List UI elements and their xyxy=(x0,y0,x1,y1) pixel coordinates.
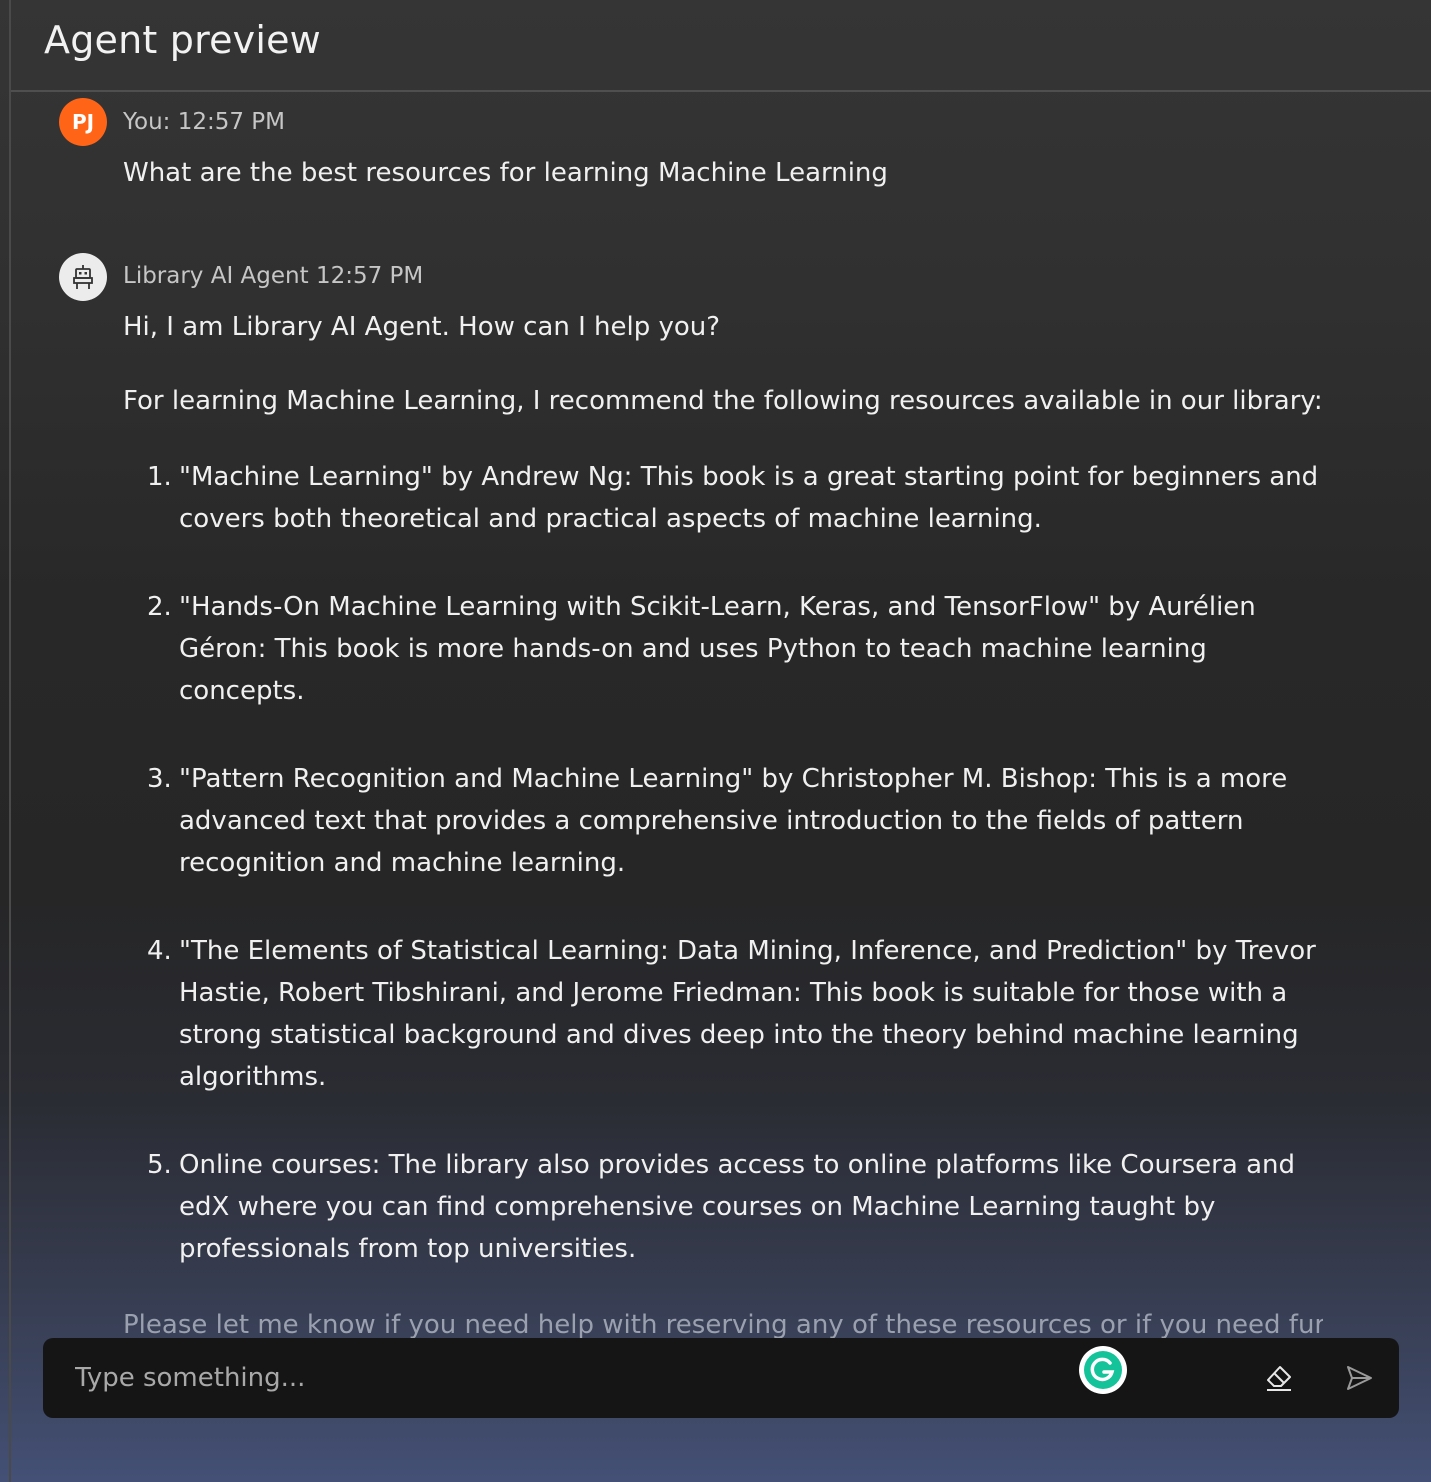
list-item: 1. "Machine Learning" by Andrew Ng: This… xyxy=(143,456,1333,540)
list-item: 4. "The Elements of Statistical Learning… xyxy=(143,930,1333,1098)
list-item-text: "Machine Learning" by Andrew Ng: This bo… xyxy=(179,462,1319,534)
agent-greeting: Hi, I am Library AI Agent. How can I hel… xyxy=(123,312,721,342)
list-item: 2. "Hands-On Machine Learning with Sciki… xyxy=(143,586,1333,712)
user-avatar: PJ xyxy=(59,98,107,146)
send-button[interactable] xyxy=(1339,1358,1379,1398)
user-message-text: What are the best resources for learning… xyxy=(123,158,888,188)
user-avatar-initials: PJ xyxy=(71,110,95,134)
page-title: Agent preview xyxy=(44,18,321,62)
grammarly-button[interactable] xyxy=(1079,1346,1127,1394)
preview-header: Agent preview xyxy=(11,0,1431,92)
left-border xyxy=(9,0,11,1482)
eraser-icon xyxy=(1267,1366,1291,1391)
grammarly-icon xyxy=(1084,1351,1122,1389)
list-item-text: "Pattern Recognition and Machine Learnin… xyxy=(179,764,1288,878)
resource-list: 1. "Machine Learning" by Andrew Ng: This… xyxy=(143,456,1333,1316)
agent-closing-text: Please let me know if you need help with… xyxy=(123,1310,1323,1340)
send-icon xyxy=(1347,1366,1372,1390)
list-item-number: 1. xyxy=(147,462,172,492)
clear-button[interactable] xyxy=(1259,1358,1299,1398)
list-item-number: 2. xyxy=(147,592,172,622)
agent-message-meta: Library AI Agent 12:57 PM xyxy=(123,263,424,289)
robot-icon xyxy=(73,265,93,289)
list-item-number: 5. xyxy=(147,1150,172,1180)
list-item-text: "Hands-On Machine Learning with Scikit-L… xyxy=(179,592,1256,706)
message-input[interactable] xyxy=(61,1352,1089,1404)
user-message-meta: You: 12:57 PM xyxy=(123,109,286,135)
list-item-text: Online courses: The library also provide… xyxy=(179,1150,1295,1264)
list-item-number: 4. xyxy=(147,936,172,966)
list-item: 3. "Pattern Recognition and Machine Lear… xyxy=(143,758,1333,884)
list-item-number: 3. xyxy=(147,764,172,794)
agent-intro: For learning Machine Learning, I recomme… xyxy=(123,386,1323,416)
agent-avatar xyxy=(59,253,107,301)
message-composer xyxy=(43,1338,1399,1418)
list-item: 5. Online courses: The library also prov… xyxy=(143,1144,1333,1270)
list-item-text: "The Elements of Statistical Learning: D… xyxy=(179,936,1316,1092)
